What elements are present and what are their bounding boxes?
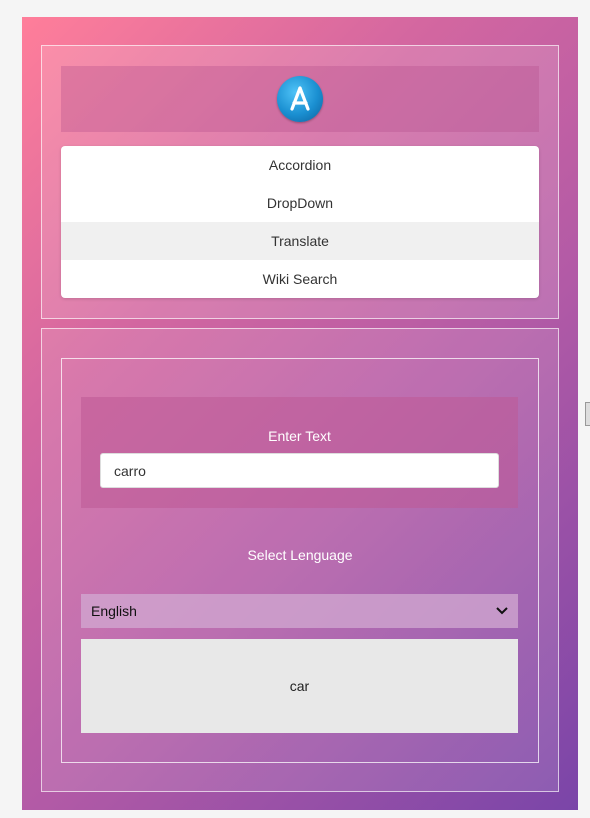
main-panel: Enter Text Select Lenguage English car [41,328,559,792]
select-language-label: Select Lenguage [247,547,353,563]
menu-item-accordion[interactable]: Accordion [61,146,539,184]
logo-bar [61,66,539,132]
menu-item-translate[interactable]: Translate [61,222,539,260]
menu-item-wiki-search[interactable]: Wiki Search [61,260,539,298]
language-select[interactable]: English [81,594,518,628]
selected-language: English [91,603,137,619]
app-container: Accordion DropDown Translate Wiki Search… [22,17,578,810]
translation-output: car [81,639,518,733]
header-panel: Accordion DropDown Translate Wiki Search [41,45,559,319]
chevron-down-icon [496,604,508,618]
scrollbar-handle[interactable] [585,402,590,426]
enter-text-label: Enter Text [268,428,331,444]
app-store-icon [277,76,323,122]
menu-item-dropdown[interactable]: DropDown [61,184,539,222]
translate-panel: Enter Text Select Lenguage English car [61,358,539,763]
text-input[interactable] [100,453,499,488]
output-text: car [289,678,310,694]
input-card: Enter Text [81,397,518,508]
nav-menu: Accordion DropDown Translate Wiki Search [61,146,539,298]
